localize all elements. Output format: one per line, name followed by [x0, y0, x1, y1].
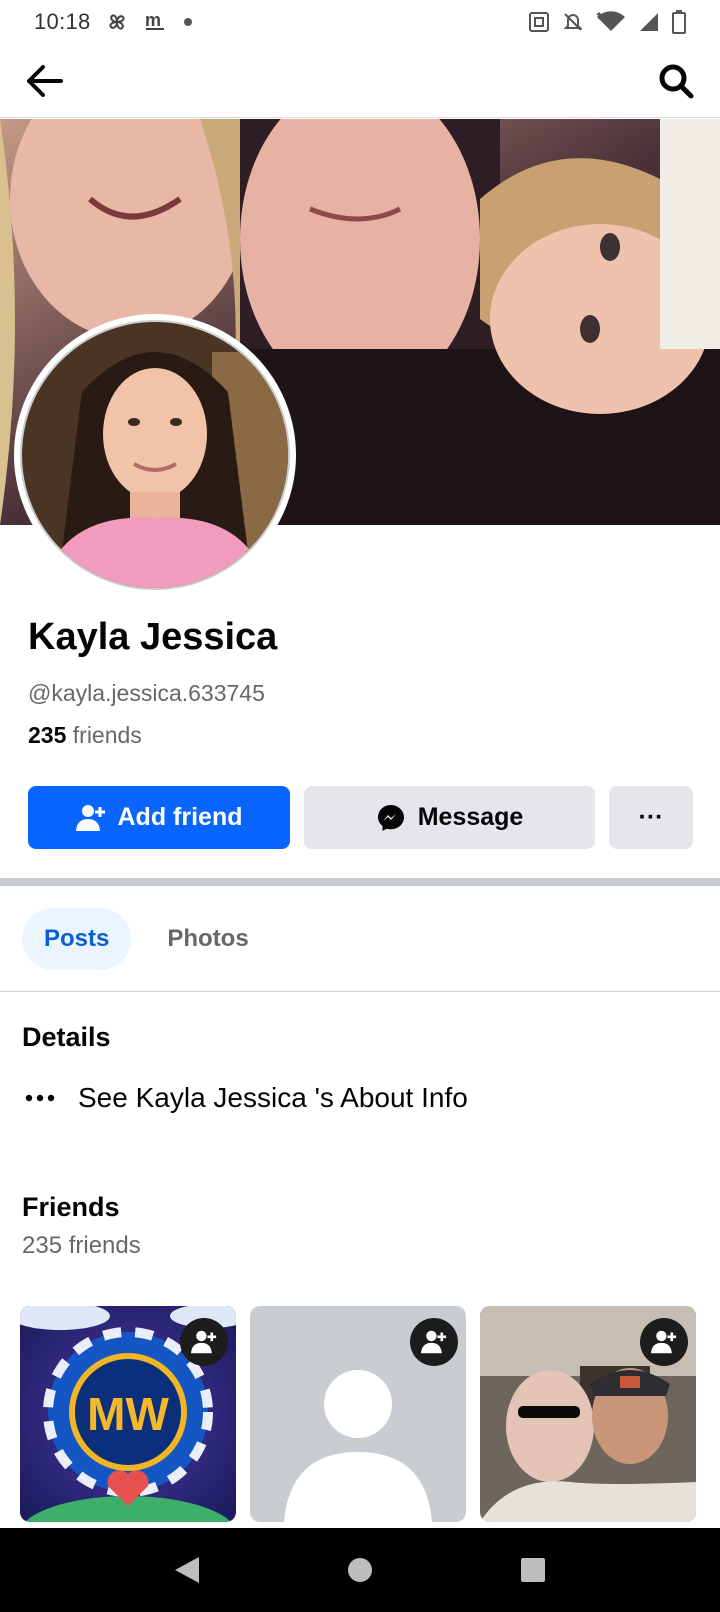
status-time: 10:18: [34, 9, 91, 34]
top-nav: [0, 44, 720, 118]
friends-title: Friends: [22, 1192, 120, 1222]
wifi-icon: [596, 11, 626, 33]
about-info-label: See Kayla Jessica 's About Info: [78, 1082, 468, 1113]
add-person-icon: [191, 1330, 217, 1354]
friends-grid: MW: [20, 1306, 696, 1522]
pinwheel-icon: [105, 10, 129, 34]
friend-card[interactable]: MW: [20, 1306, 236, 1522]
signal-icon: [638, 11, 660, 33]
add-friend-button[interactable]: Add friend: [28, 786, 290, 849]
more-options-button[interactable]: ···: [609, 786, 693, 849]
circle-home-icon: [347, 1558, 372, 1582]
friends-count[interactable]: 235 friends: [28, 722, 142, 749]
triangle-back-icon: [174, 1557, 199, 1583]
add-person-icon: [651, 1330, 677, 1354]
dot-icon: [183, 17, 193, 27]
section-divider: [0, 878, 720, 886]
system-back-button[interactable]: [157, 1540, 217, 1600]
status-bar: 10:18 m: [0, 0, 720, 44]
m-zone-icon: m: [143, 10, 169, 34]
system-nav-bar: [0, 1528, 720, 1612]
friend-card[interactable]: [480, 1306, 696, 1522]
system-recents-button[interactable]: [503, 1540, 563, 1600]
add-friend-badge[interactable]: [180, 1318, 228, 1366]
mute-icon: [562, 11, 584, 33]
friends-count-number: 235: [28, 722, 67, 748]
friend-card[interactable]: [250, 1306, 466, 1522]
svg-text:m: m: [145, 10, 161, 30]
tab-posts[interactable]: Posts: [22, 908, 132, 970]
details-title: Details: [22, 1022, 111, 1052]
friends-count-label: friends: [66, 722, 142, 748]
add-friend-badge[interactable]: [410, 1318, 458, 1366]
add-person-icon: [421, 1330, 447, 1354]
friends-subtitle: 235 friends: [22, 1232, 141, 1259]
about-info-link[interactable]: See Kayla Jessica 's About Info: [22, 1082, 468, 1114]
profile-handle: @kayla.jessica.633745: [28, 680, 265, 706]
square-recents-icon: [521, 1558, 546, 1582]
tab-photos[interactable]: Photos: [145, 908, 270, 970]
profile-name: Kayla Jessica: [28, 616, 278, 658]
search-button[interactable]: [654, 59, 698, 103]
message-label: Message: [417, 803, 524, 831]
add-friend-label: Add friend: [117, 803, 243, 831]
search-icon: [659, 64, 694, 98]
add-friend-badge[interactable]: [640, 1318, 688, 1366]
tabs-divider: [0, 991, 720, 992]
ellipsis-icon: [22, 1094, 58, 1102]
svg-text:MW: MW: [87, 1388, 169, 1440]
nfc-icon: [528, 11, 550, 33]
arrow-left-icon: [27, 64, 63, 97]
back-button[interactable]: [22, 59, 66, 103]
message-button[interactable]: Message: [304, 786, 595, 849]
battery-icon: [672, 10, 686, 34]
profile-actions: Add friend Message ···: [28, 786, 693, 849]
add-person-icon: [75, 804, 105, 831]
profile-avatar[interactable]: [14, 314, 296, 596]
more-dots-icon: ···: [638, 803, 664, 831]
profile-tabs: Posts Photos: [22, 908, 271, 970]
messenger-icon: [377, 804, 404, 831]
system-home-button[interactable]: [330, 1540, 390, 1600]
